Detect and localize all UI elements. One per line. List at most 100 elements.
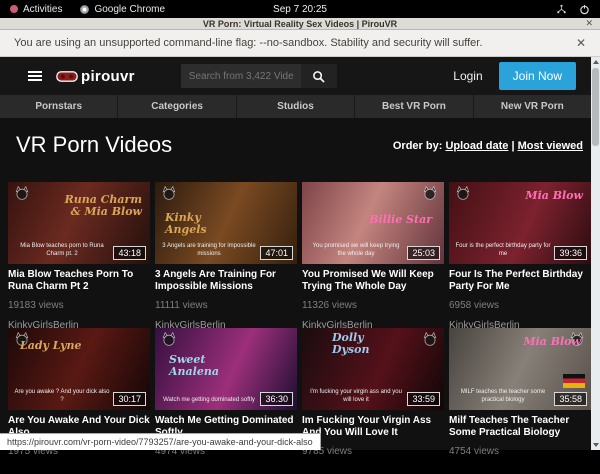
studio-cat-logo-icon bbox=[14, 186, 30, 205]
thumbnail-caption: Mia Blow teaches porn to Runa Charm pt. … bbox=[14, 243, 110, 259]
order-by: Order by: Upload date | Most viewed bbox=[393, 140, 583, 152]
status-url-bubble: https://pirouvr.com/vr-porn-video/779325… bbox=[0, 433, 321, 450]
video-title[interactable]: Milf Teaches The Teacher Some Practical … bbox=[449, 415, 591, 439]
window-close-icon[interactable]: ✕ bbox=[585, 18, 593, 29]
video-title[interactable]: Mia Blow Teaches Porn To Runa Charm Pt 2 bbox=[8, 269, 150, 293]
logo-text: pirouvr bbox=[81, 68, 135, 85]
search-button[interactable] bbox=[301, 64, 337, 88]
thumbnail-overlay-title: Runa Charm & Mia Blow bbox=[64, 194, 142, 217]
video-title[interactable]: Four Is The Perfect Birthday Party For M… bbox=[449, 269, 591, 293]
status-url: https://pirouvr.com/vr-porn-video/779325… bbox=[7, 437, 313, 447]
site-header: pirouvr Login Join Now bbox=[0, 57, 600, 95]
video-title[interactable]: Im Fucking Your Virgin Ass And You Will … bbox=[302, 415, 444, 439]
page-title: VR Porn Videos bbox=[16, 132, 172, 158]
order-by-label: Order by: bbox=[393, 140, 443, 152]
hamburger-menu-icon[interactable] bbox=[28, 71, 42, 81]
studio-cat-logo-icon bbox=[455, 186, 471, 205]
site-logo[interactable]: pirouvr bbox=[56, 68, 135, 85]
infobar-close-icon[interactable]: ✕ bbox=[576, 36, 586, 50]
video-card[interactable]: Dolly Dyson I'm fucking your virgin ass … bbox=[302, 328, 444, 474]
order-most-viewed-link[interactable]: Most viewed bbox=[518, 140, 583, 152]
video-title[interactable]: 3 Angels Are Training For Impossible Mis… bbox=[155, 269, 297, 293]
duration-badge: 35:58 bbox=[554, 392, 587, 406]
thumbnail-caption: MILF teaches the teacher some practical … bbox=[455, 389, 551, 405]
thumbnail-caption: 3 Angels are training for impossible mis… bbox=[161, 243, 257, 259]
scroll-up-icon[interactable] bbox=[591, 57, 600, 67]
thumbnail-caption: Four is the perfect birthday party for m… bbox=[455, 243, 551, 259]
thumbnail-caption: You promised we will keep trying the who… bbox=[308, 243, 404, 259]
video-card[interactable]: Lady Lyne Are you awake ? And your dick … bbox=[8, 328, 150, 474]
nav-categories[interactable]: Categories bbox=[117, 95, 235, 118]
video-thumbnail[interactable]: Mia Blow MILF teaches the teacher some p… bbox=[449, 328, 591, 410]
studio-cat-logo-icon bbox=[422, 186, 438, 205]
studio-cat-logo-icon bbox=[569, 332, 585, 351]
network-icon[interactable] bbox=[556, 4, 567, 15]
duration-badge: 33:59 bbox=[407, 392, 440, 406]
studio-cat-logo-icon bbox=[422, 332, 438, 351]
video-thumbnail[interactable]: Mia Blow Four is the perfect birthday pa… bbox=[449, 182, 591, 264]
thumbnail-caption: I'm fucking your virgin ass and you will… bbox=[308, 389, 404, 405]
power-icon[interactable] bbox=[579, 4, 590, 15]
video-thumbnail[interactable]: Runa Charm & Mia Blow Mia Blow teaches p… bbox=[8, 182, 150, 264]
order-upload-date-link[interactable]: Upload date bbox=[445, 140, 508, 152]
page-content: VR Porn Videos Order by: Upload date | M… bbox=[0, 118, 591, 450]
join-now-button[interactable]: Join Now bbox=[499, 62, 576, 90]
infobar-message: You are using an unsupported command-lin… bbox=[14, 37, 482, 49]
video-card[interactable]: Sweet Analena Watch me getting dominated… bbox=[155, 328, 297, 474]
scroll-down-icon[interactable] bbox=[591, 440, 600, 450]
duration-badge: 25:03 bbox=[407, 246, 440, 260]
video-views: 6958 views bbox=[449, 300, 591, 311]
nav-pornstars[interactable]: Pornstars bbox=[0, 95, 117, 118]
login-link[interactable]: Login bbox=[453, 69, 482, 83]
clock[interactable]: Sep 7 20:25 bbox=[0, 4, 600, 15]
studio-cat-logo-icon bbox=[161, 332, 177, 351]
search-icon bbox=[312, 70, 325, 83]
german-flag-icon bbox=[563, 374, 585, 388]
video-grid: Runa Charm & Mia Blow Mia Blow teaches p… bbox=[8, 182, 591, 474]
search-group bbox=[181, 64, 337, 88]
duration-badge: 36:30 bbox=[260, 392, 293, 406]
video-views: 11326 views bbox=[302, 300, 444, 311]
video-views: 11111 views bbox=[155, 300, 297, 311]
video-card[interactable]: Billie Star You promised we will keep tr… bbox=[302, 182, 444, 328]
video-thumbnail[interactable]: Sweet Analena Watch me getting dominated… bbox=[155, 328, 297, 410]
vr-goggles-icon bbox=[56, 70, 78, 83]
order-separator: | bbox=[511, 140, 514, 152]
duration-badge: 39:36 bbox=[554, 246, 587, 260]
duration-badge: 30:17 bbox=[113, 392, 146, 406]
thumbnail-overlay-title: Dolly Dyson bbox=[332, 332, 402, 355]
thumbnail-overlay-title: Mia Blow bbox=[525, 190, 583, 202]
window-title: VR Porn: Virtual Reality Sex Videos | Pi… bbox=[203, 19, 397, 29]
video-card[interactable]: Kinky Angels 3 Angels are training for i… bbox=[155, 182, 297, 328]
video-views: 4754 views bbox=[449, 446, 591, 457]
nav-best-vr-porn[interactable]: Best VR Porn bbox=[354, 95, 472, 118]
video-thumbnail[interactable]: Lady Lyne Are you awake ? And your dick … bbox=[8, 328, 150, 410]
thumbnail-caption: Watch me getting dominated softly bbox=[161, 397, 257, 405]
duration-badge: 43:18 bbox=[113, 246, 146, 260]
video-thumbnail[interactable]: Dolly Dyson I'm fucking your virgin ass … bbox=[302, 328, 444, 410]
nav-studios[interactable]: Studios bbox=[236, 95, 354, 118]
video-card[interactable]: Mia Blow MILF teaches the teacher some p… bbox=[449, 328, 591, 474]
video-views: 9785 views bbox=[302, 446, 444, 457]
thumbnail-overlay-title: Billie Star bbox=[369, 214, 432, 226]
chrome-infobar: You are using an unsupported command-lin… bbox=[0, 30, 600, 57]
thumbnail-overlay-title: Kinky Angels bbox=[165, 212, 235, 235]
studio-cat-logo-icon bbox=[161, 186, 177, 205]
video-card[interactable]: Runa Charm & Mia Blow Mia Blow teaches p… bbox=[8, 182, 150, 328]
nav-new-vr-porn[interactable]: New VR Porn bbox=[473, 95, 591, 118]
thumbnail-caption: Are you awake ? And your dick also ? bbox=[14, 389, 110, 405]
video-thumbnail[interactable]: Kinky Angels 3 Angels are training for i… bbox=[155, 182, 297, 264]
studio-cat-logo-icon bbox=[14, 332, 30, 351]
video-card[interactable]: Mia Blow Four is the perfect birthday pa… bbox=[449, 182, 591, 328]
search-input[interactable] bbox=[181, 64, 301, 88]
main-nav: Pornstars Categories Studios Best VR Por… bbox=[0, 95, 591, 118]
scrollbar-thumb[interactable] bbox=[592, 68, 599, 146]
video-title[interactable]: You Promised We Will Keep Trying The Who… bbox=[302, 269, 444, 293]
scrollbar[interactable] bbox=[591, 57, 600, 450]
video-views: 19183 views bbox=[8, 300, 150, 311]
duration-badge: 47:01 bbox=[260, 246, 293, 260]
desktop-top-bar: Activities Google Chrome Sep 7 20:25 bbox=[0, 0, 600, 18]
video-thumbnail[interactable]: Billie Star You promised we will keep tr… bbox=[302, 182, 444, 264]
thumbnail-overlay-title: Sweet Analena bbox=[169, 354, 247, 377]
window-title-bar: VR Porn: Virtual Reality Sex Videos | Pi… bbox=[0, 18, 600, 30]
